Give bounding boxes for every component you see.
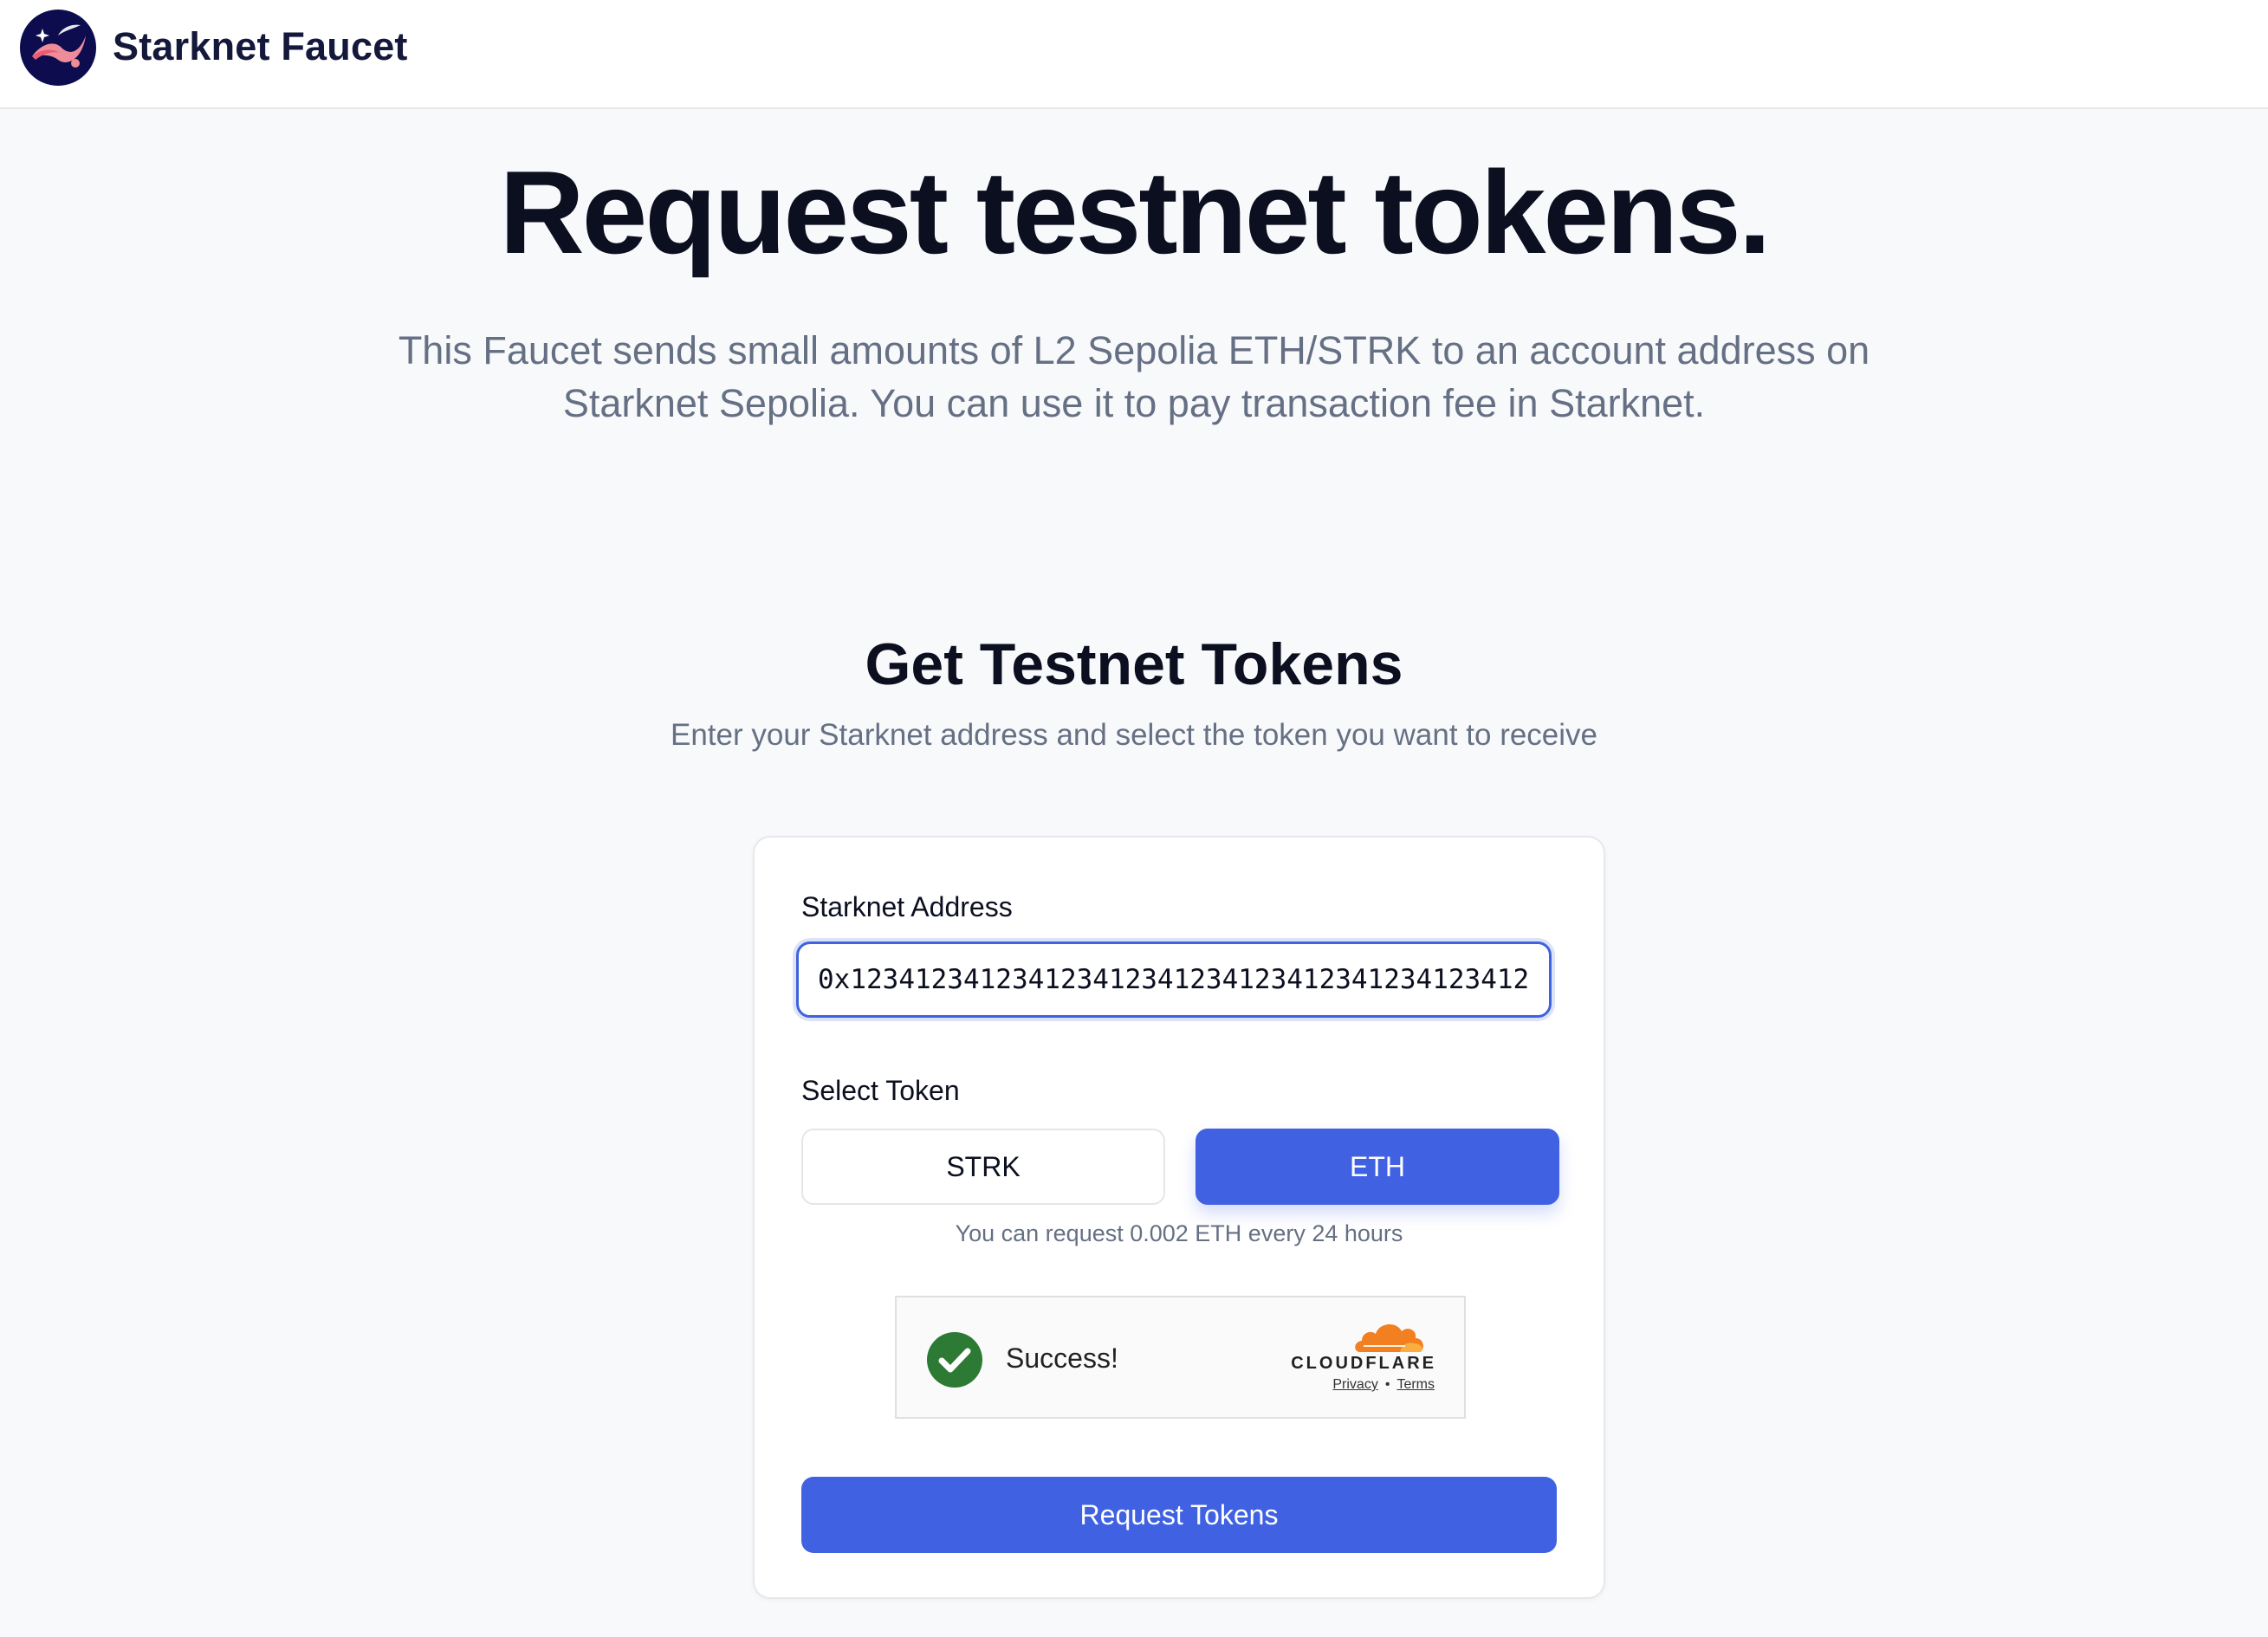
top-bar: Starknet Faucet	[0, 0, 2268, 109]
page-description: This Faucet sends small amounts of L2 Se…	[398, 328, 1870, 425]
section-subtitle: Enter your Starknet address and select t…	[670, 718, 1598, 752]
address-input[interactable]	[796, 941, 1552, 1018]
token-eth-button[interactable]: ETH	[1196, 1129, 1559, 1205]
brand-name[interactable]: Starknet Faucet	[113, 24, 408, 69]
privacy-link[interactable]: Privacy	[1332, 1377, 1377, 1392]
cloudflare-turnstile-widget[interactable]: Success! CLOUDFLARE Privacy • Terms	[895, 1296, 1466, 1419]
section-title: Get Testnet Tokens	[865, 631, 1403, 697]
request-limit-note: You can request 0.002 ETH every 24 hours	[955, 1220, 1403, 1246]
starknet-logo-icon[interactable]	[20, 10, 96, 86]
page-title: Request testnet tokens.	[499, 146, 1771, 278]
link-separator: •	[1384, 1377, 1390, 1392]
terms-link[interactable]: Terms	[1396, 1377, 1435, 1392]
captcha-links: Privacy • Terms	[1332, 1377, 1435, 1393]
check-circle-icon	[927, 1332, 982, 1388]
address-label: Starknet Address	[801, 891, 1013, 922]
select-token-label: Select Token	[801, 1075, 960, 1106]
captcha-status-text: Success!	[1006, 1343, 1118, 1374]
cloudflare-cloud-icon	[1355, 1324, 1423, 1352]
faucet-form-card: Starknet Address Select Token STRK ETH Y…	[753, 836, 1605, 1599]
request-tokens-button[interactable]: Request Tokens	[801, 1477, 1557, 1553]
cloudflare-wordmark: CLOUDFLARE	[1291, 1354, 1436, 1373]
token-strk-button[interactable]: STRK	[801, 1129, 1165, 1205]
